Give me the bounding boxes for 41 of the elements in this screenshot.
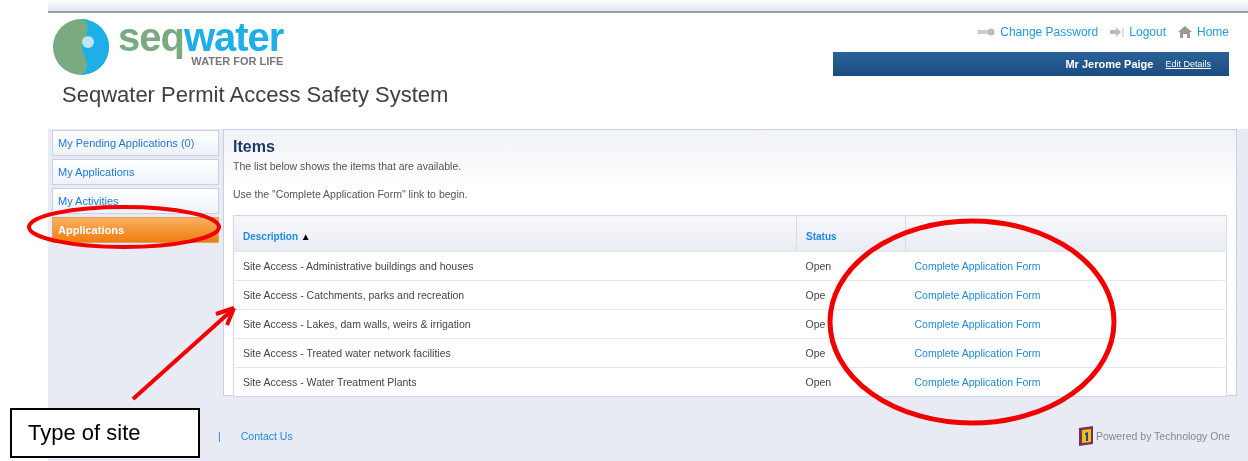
annotation-callout: Type of site [10, 408, 200, 458]
logo-icon [52, 18, 110, 76]
logo-wordmark: seqwater [118, 17, 284, 57]
sidebar-item[interactable]: My Applications [52, 159, 219, 185]
exit-icon [1110, 26, 1125, 38]
form-link[interactable]: Complete Application Form [914, 347, 1041, 359]
column-header[interactable]: Description ▲ [233, 215, 797, 252]
table-cell: Site Access - Lakes, dam walls, weirs & irrigation [243, 318, 471, 330]
table-cell: Ope [805, 318, 826, 330]
sidebar-item[interactable]: Applications [52, 217, 219, 243]
header-link[interactable]: Home [1178, 25, 1229, 39]
vendor-logo-icon [1077, 426, 1094, 446]
footer-separator: | [218, 430, 221, 442]
home-icon [1178, 26, 1192, 38]
sidebar-item[interactable]: My Pending Applications (0) [52, 130, 219, 156]
key-icon [977, 28, 996, 36]
table-cell: Ope [805, 347, 826, 359]
panel-title: Items [233, 138, 276, 156]
header-link[interactable]: Change Password [977, 25, 1099, 39]
table-cell: Site Access - Treated water network facilities [243, 347, 451, 359]
user-name: Mr Jerome Paige [1065, 58, 1154, 70]
table-cell: Site Access - Water Treatment Plants [243, 376, 417, 388]
sort-arrow-icon: ▲ [300, 231, 311, 242]
form-link[interactable]: Complete Application Form [914, 318, 1041, 330]
form-link[interactable]: Complete Application Form [914, 376, 1041, 388]
site-title: Seqwater Permit Access Safety System [62, 82, 449, 108]
table-cell: Site Access - Catchments, parks and recreation [243, 289, 465, 301]
column-header[interactable]: Status [796, 215, 906, 252]
form-link[interactable]: Complete Application Form [914, 289, 1041, 301]
logo-tagline: WATER FOR LIFE [191, 55, 284, 67]
table-cell: Open [805, 260, 832, 272]
edit-details-link[interactable]: Edit Details [1165, 59, 1211, 69]
hint-text: Use the "Complete Application Form" link to begin. [233, 188, 469, 200]
form-link[interactable]: Complete Application Form [914, 260, 1041, 272]
header-link[interactable]: Logout [1110, 25, 1166, 39]
powered-by-text: Powered by Technology One [1095, 430, 1230, 442]
intro-text: The list below shows the items that are available. [233, 160, 463, 172]
table-cell: Open [805, 376, 832, 388]
table-cell: Ope [805, 289, 826, 301]
contact-link[interactable]: Contact Us [240, 430, 293, 442]
table-cell: Site Access - Administrative buildings and houses [243, 260, 474, 272]
